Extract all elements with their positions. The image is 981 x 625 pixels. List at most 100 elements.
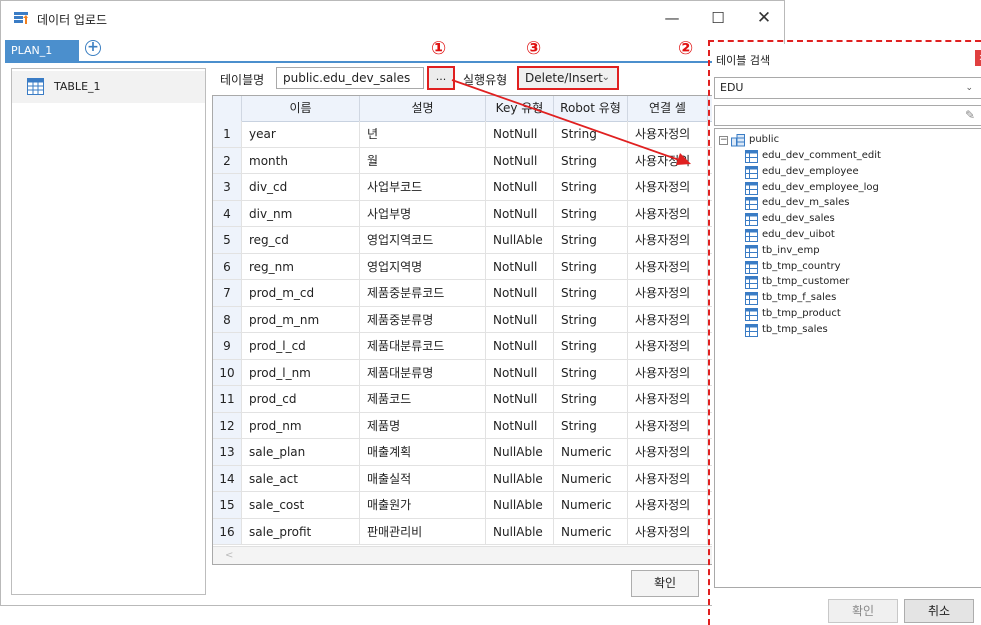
cell-description[interactable]: 매출실적	[360, 465, 486, 491]
cell-description[interactable]: 사업부코드	[360, 174, 486, 200]
grid-header-link-cell[interactable]: 연결 셀	[628, 96, 708, 121]
cell-link-cell[interactable]: 사용자정의	[628, 227, 708, 253]
cell-link-cell[interactable]: 사용자정의	[628, 147, 708, 173]
table-row[interactable]: 2 month 월 NotNull String 사용자정의	[213, 147, 715, 174]
cell-name[interactable]: reg_cd	[242, 227, 360, 253]
table-row[interactable]: 13 sale_plan 매출계획 NullAble Numeric 사용자정의	[213, 439, 715, 466]
cell-robot-type[interactable]: String	[554, 412, 628, 438]
cell-link-cell[interactable]: 사용자정의	[628, 280, 708, 306]
cell-key-type[interactable]: NotNull	[486, 386, 554, 412]
cell-robot-type[interactable]: String	[554, 333, 628, 359]
table-row[interactable]: 10 prod_l_nm 제품대분류명 NotNull String 사용자정의	[213, 359, 715, 386]
cell-name[interactable]: div_cd	[242, 174, 360, 200]
cell-name[interactable]: year	[242, 121, 360, 147]
cell-description[interactable]: 영업지역명	[360, 253, 486, 279]
table-row[interactable]: 9 prod_l_cd 제품대분류코드 NotNull String 사용자정의	[213, 333, 715, 360]
cell-link-cell[interactable]: 사용자정의	[628, 386, 708, 412]
table-list-item[interactable]: TABLE_1	[12, 71, 205, 103]
cell-name[interactable]: prod_cd	[242, 386, 360, 412]
table-row[interactable]: 14 sale_act 매출실적 NullAble Numeric 사용자정의	[213, 465, 715, 492]
add-plan-button[interactable]: +	[85, 40, 101, 56]
cell-robot-type[interactable]: String	[554, 253, 628, 279]
cell-name[interactable]: prod_m_cd	[242, 280, 360, 306]
cell-name[interactable]: sale_plan	[242, 439, 360, 465]
table-row[interactable]: 4 div_nm 사업부명 NotNull String 사용자정의	[213, 200, 715, 227]
cell-name[interactable]: prod_l_nm	[242, 359, 360, 385]
cell-robot-type[interactable]: String	[554, 227, 628, 253]
table-row[interactable]: 3 div_cd 사업부코드 NotNull String 사용자정의	[213, 174, 715, 201]
table-name-input[interactable]: public.edu_dev_sales	[276, 67, 424, 89]
browse-table-button[interactable]: ...	[427, 66, 455, 90]
cell-link-cell[interactable]: 사용자정의	[628, 412, 708, 438]
cell-key-type[interactable]: NotNull	[486, 200, 554, 226]
cell-key-type[interactable]: NotNull	[486, 121, 554, 147]
cell-robot-type[interactable]: String	[554, 121, 628, 147]
cell-link-cell[interactable]: 사용자정의	[628, 359, 708, 385]
grid-header-desc[interactable]: 설명	[360, 96, 486, 121]
cell-name[interactable]: prod_l_cd	[242, 333, 360, 359]
table-row[interactable]: 8 prod_m_nm 제품중분류명 NotNull String 사용자정의	[213, 306, 715, 333]
tab-plan-1[interactable]: PLAN_1	[5, 40, 79, 62]
cell-key-type[interactable]: NotNull	[486, 306, 554, 332]
collapse-icon[interactable]: −	[719, 136, 728, 145]
cell-description[interactable]: 매출원가	[360, 492, 486, 518]
cell-key-type[interactable]: NotNull	[486, 253, 554, 279]
database-select[interactable]: EDU ⌄	[714, 77, 981, 99]
cell-robot-type[interactable]: Numeric	[554, 465, 628, 491]
close-button[interactable]: ✕	[741, 5, 787, 31]
cell-link-cell[interactable]: 사용자정의	[628, 492, 708, 518]
cell-key-type[interactable]: NullAble	[486, 439, 554, 465]
cell-key-type[interactable]: NullAble	[486, 227, 554, 253]
cell-robot-type[interactable]: Numeric	[554, 518, 628, 544]
table-row[interactable]: 16 sale_profit 판매관리비 NullAble Numeric 사용자정의	[213, 518, 715, 545]
cell-robot-type[interactable]: String	[554, 174, 628, 200]
table-search-input[interactable]: ✎	[714, 105, 981, 126]
grid-header-robot-type[interactable]: Robot 유형	[554, 96, 628, 121]
cell-key-type[interactable]: NotNull	[486, 412, 554, 438]
table-row[interactable]: 15 sale_cost 매출원가 NullAble Numeric 사용자정의	[213, 492, 715, 519]
cell-name[interactable]: sale_profit	[242, 518, 360, 544]
cell-link-cell[interactable]: 사용자정의	[628, 439, 708, 465]
cell-key-type[interactable]: NotNull	[486, 174, 554, 200]
cell-key-type[interactable]: NotNull	[486, 280, 554, 306]
table-row[interactable]: 1 year 년 NotNull String 사용자정의	[213, 121, 715, 148]
cell-robot-type[interactable]: Numeric	[554, 492, 628, 518]
cell-description[interactable]: 제품중분류코드	[360, 280, 486, 306]
cell-description[interactable]: 매출계획	[360, 439, 486, 465]
table-row[interactable]: 12 prod_nm 제품명 NotNull String 사용자정의	[213, 412, 715, 439]
cell-description[interactable]: 사업부명	[360, 200, 486, 226]
panel-cancel-button[interactable]: 취소	[904, 599, 974, 623]
cell-link-cell[interactable]: 사용자정의	[628, 174, 708, 200]
cell-key-type[interactable]: NotNull	[486, 359, 554, 385]
grid-header-key-type[interactable]: Key 유형	[486, 96, 554, 121]
panel-close-button[interactable]: x	[975, 50, 981, 66]
grid-header-name[interactable]: 이름	[242, 96, 360, 121]
cell-robot-type[interactable]: String	[554, 280, 628, 306]
cell-robot-type[interactable]: String	[554, 306, 628, 332]
maximize-button[interactable]: ☐	[695, 5, 741, 31]
eraser-icon[interactable]: ✎	[965, 108, 975, 122]
cell-robot-type[interactable]: Numeric	[554, 439, 628, 465]
cell-link-cell[interactable]: 사용자정의	[628, 333, 708, 359]
cell-key-type[interactable]: NotNull	[486, 333, 554, 359]
cell-name[interactable]: div_nm	[242, 200, 360, 226]
cell-name[interactable]: prod_nm	[242, 412, 360, 438]
cell-robot-type[interactable]: String	[554, 147, 628, 173]
cell-name[interactable]: sale_act	[242, 465, 360, 491]
horizontal-scrollbar[interactable]: <	[213, 546, 715, 564]
cell-description[interactable]: 제품명	[360, 412, 486, 438]
cell-link-cell[interactable]: 사용자정의	[628, 253, 708, 279]
cell-link-cell[interactable]: 사용자정의	[628, 465, 708, 491]
cell-description[interactable]: 영업지역코드	[360, 227, 486, 253]
exec-type-select[interactable]: Delete/Insert ⌄	[517, 66, 619, 90]
cell-description[interactable]: 제품대분류명	[360, 359, 486, 385]
cell-link-cell[interactable]: 사용자정의	[628, 306, 708, 332]
cell-name[interactable]: reg_nm	[242, 253, 360, 279]
panel-confirm-button[interactable]: 확인	[828, 599, 898, 623]
cell-name[interactable]: prod_m_nm	[242, 306, 360, 332]
cell-description[interactable]: 제품중분류명	[360, 306, 486, 332]
table-row[interactable]: 5 reg_cd 영업지역코드 NullAble String 사용자정의	[213, 227, 715, 254]
cell-description[interactable]: 제품코드	[360, 386, 486, 412]
cell-robot-type[interactable]: String	[554, 359, 628, 385]
cell-key-type[interactable]: NotNull	[486, 147, 554, 173]
